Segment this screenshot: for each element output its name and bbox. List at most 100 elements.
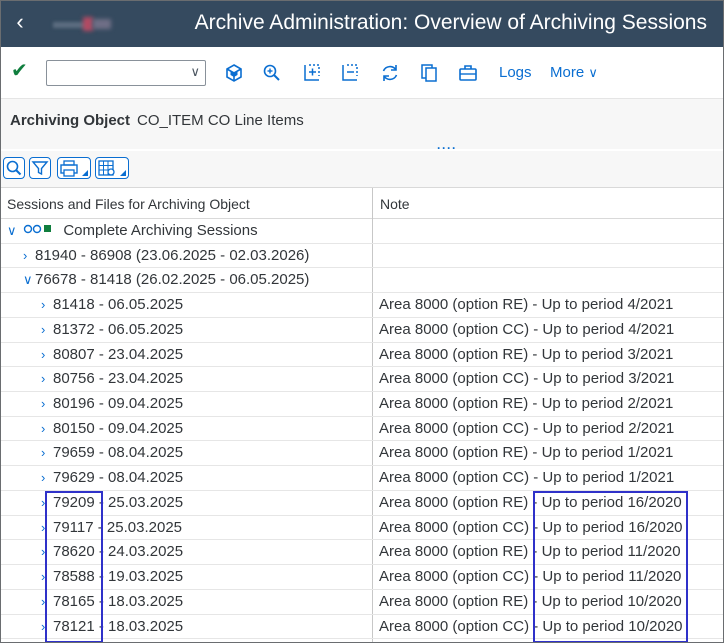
chevron-right-icon[interactable]: › [41,594,53,609]
session-entry: 79659 - 08.04.2025 [53,444,184,462]
chevron-right-icon[interactable]: › [41,371,53,386]
session-tree: ∨ Complete Archiving Sessions › 81940 - 8… [1,219,723,640]
table-row[interactable]: ∨ 76678 - 81418 (26.02.2025 - 06.05.2025) [1,268,723,294]
session-entry: 79629 - 08.04.2025 [53,469,184,487]
refresh-icon[interactable] [379,62,401,84]
back-button[interactable]: ‹ [9,9,31,37]
session-entry: 78588 - 19.03.2025 [53,568,184,586]
table-header: Sessions and Files for Archiving Object … [1,188,723,219]
session-range: 81940 - 86908 (23.06.2025 - 02.03.2026) [35,246,310,264]
tree-root-row[interactable]: ∨ Complete Archiving Sessions [1,219,723,244]
note-cell: Area 8000 (option RE) - Up to period 1/2… [379,444,674,462]
session-entry: 78121 - 18.03.2025 [53,617,184,635]
filter-icon [31,161,49,176]
archiving-object-label: Archiving Object [10,112,131,129]
table-row[interactable]: › 79629 - 08.04.2025 Area 8000 (option CC… [1,466,723,491]
chevron-right-icon[interactable]: › [41,520,53,535]
chevron-right-icon[interactable]: › [41,470,53,485]
note-cell: Area 8000 (option CC) - Up to period 3/2… [379,370,675,388]
session-entry: 79209 - 25.03.2025 [53,493,184,511]
command-input[interactable] [51,63,183,85]
chevron-right-icon[interactable]: › [41,569,53,584]
chevron-down-icon[interactable]: ∨ [23,272,35,288]
chevron-right-icon[interactable]: › [41,544,53,559]
session-entry: 80807 - 23.04.2025 [53,345,184,363]
table-row[interactable]: › 80807 - 23.04.2025 Area 8000 (option RE… [1,343,723,368]
chevron-right-icon[interactable]: › [41,445,53,460]
column-header-note[interactable]: Note [380,196,410,212]
session-entry: 78620 - 24.03.2025 [53,543,184,561]
briefcase-icon[interactable] [457,62,479,84]
table-row[interactable]: › 78620 - 24.03.2025 Area 8000 (option RE… [1,540,723,566]
chevron-right-icon[interactable]: › [41,297,53,312]
chevron-down-icon[interactable]: ∨ [7,223,19,239]
tree-root-label: Complete Archiving Sessions [63,222,258,239]
layout-button[interactable] [95,157,129,179]
note-cell: Area 8000 (option RE) - Up to period 16/… [379,493,682,511]
chevron-right-icon[interactable]: › [41,322,53,337]
alv-toolbar [1,151,723,188]
search-icon [6,160,22,176]
expand-all-icon[interactable] [301,62,323,84]
chevron-right-icon[interactable]: › [41,421,53,436]
more-button[interactable]: More ∨ [550,64,598,81]
table-row[interactable]: › 80150 - 09.04.2025 Area 8000 (option CC… [1,417,723,442]
logs-button[interactable]: Logs [499,64,532,81]
note-cell: Area 8000 (option RE) - Up to period 4/2… [379,296,674,314]
table-row[interactable]: › 79117 - 25.03.2025 Area 8000 (option CC… [1,516,723,541]
column-header-sessions[interactable]: Sessions and Files for Archiving Object [7,196,250,212]
printer-icon [60,160,78,177]
session-entry: 78165 - 18.03.2025 [53,592,184,610]
more-label: More [550,64,585,81]
table-row[interactable]: › 79659 - 08.04.2025 Area 8000 (option RE… [1,441,723,467]
table-row[interactable]: › 78165 - 18.03.2025 Area 8000 (option RE… [1,590,723,615]
session-entry: 80196 - 09.04.2025 [53,395,184,413]
enter-button[interactable]: ✔ [11,61,31,81]
object-header: Archiving Object CO_ITEM CO Line Items [1,99,723,149]
note-cell: Area 8000 (option RE) - Up to period 3/2… [379,345,674,363]
note-cell: Area 8000 (option RE) - Up to period 11/… [379,543,681,561]
page-title: Archive Administration: Overview of Arch… [194,11,707,34]
print-button[interactable] [57,157,91,179]
table-row[interactable]: › 81418 - 06.05.2025 Area 8000 (option RE… [1,293,723,318]
table-row[interactable]: › 81372 - 06.05.2025 Area 8000 (option CC… [1,318,723,343]
copy-icon[interactable] [418,62,440,84]
shell-bar: ‹ Archive Administration: Overview of Ar… [1,1,723,47]
table-row[interactable]: › 79209 - 25.03.2025 Area 8000 (option RE… [1,491,723,516]
cube-icon[interactable] [223,62,245,84]
chevron-right-icon[interactable]: › [41,347,53,362]
note-cell: Area 8000 (option CC) - Up to period 16/… [379,518,683,536]
note-cell: Area 8000 (option CC) - Up to period 11/… [379,568,682,586]
find-button[interactable] [3,157,25,179]
chevron-down-icon[interactable]: ∨ [190,64,200,80]
chevron-right-icon[interactable]: › [41,619,53,634]
note-cell: Area 8000 (option CC) - Up to period 1/2… [379,469,675,487]
session-entry: 80150 - 09.04.2025 [53,419,184,437]
note-cell: Area 8000 (option RE) - Up to period 10/… [379,592,682,610]
session-entry: 80756 - 23.04.2025 [53,370,184,388]
table-row[interactable]: › 80196 - 09.04.2025 Area 8000 (option RE… [1,392,723,417]
collapse-all-icon[interactable] [339,62,361,84]
application-toolbar: ✔ ∨ Logs More ∨ [1,48,723,99]
filter-button[interactable] [29,157,51,179]
table-row[interactable]: › 78121 - 18.03.2025 Area 8000 (option CC… [1,615,723,640]
company-logo [53,17,113,31]
chevron-down-icon: ∨ [588,65,598,80]
session-entry: 81372 - 06.05.2025 [53,320,184,338]
window: ‹ Archive Administration: Overview of Ar… [0,0,724,643]
grid-settings-icon [98,160,115,176]
archiving-object-value: CO_ITEM CO Line Items [137,112,304,129]
chevron-right-icon[interactable]: › [23,248,35,263]
zoom-in-icon[interactable] [261,62,283,84]
chevron-right-icon[interactable]: › [41,495,53,510]
table-row[interactable]: › 81940 - 86908 (23.06.2025 - 02.03.2026) [1,244,723,269]
note-cell: Area 8000 (option CC) - Up to period 4/2… [379,320,675,338]
session-entry: 81418 - 06.05.2025 [53,296,184,314]
table-row[interactable]: › 78588 - 19.03.2025 Area 8000 (option CC… [1,565,723,590]
note-cell: Area 8000 (option CC) - Up to period 10/… [379,617,683,635]
note-cell: Area 8000 (option RE) - Up to period 2/2… [379,395,674,413]
chevron-right-icon[interactable]: › [41,396,53,411]
table-row[interactable]: › 80756 - 23.04.2025 Area 8000 (option CC… [1,367,723,393]
command-field[interactable]: ∨ [46,60,206,86]
note-cell: Area 8000 (option CC) - Up to period 2/2… [379,419,675,437]
